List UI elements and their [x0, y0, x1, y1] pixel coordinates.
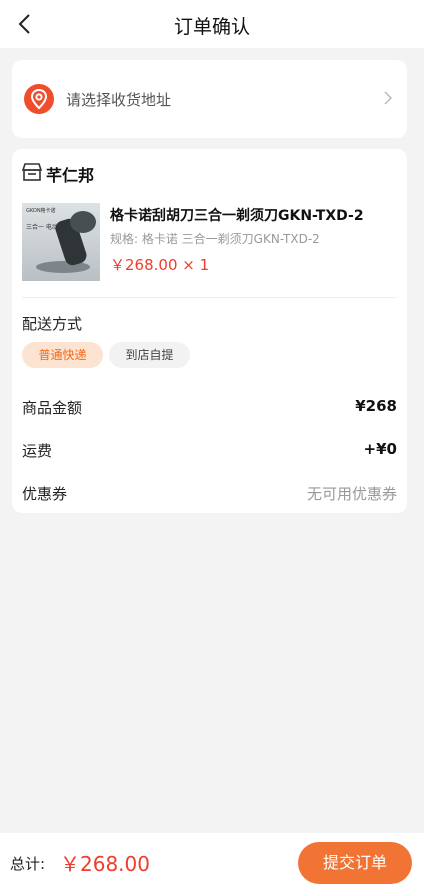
summary-label: 优惠券 [22, 485, 68, 503]
product-image-head [70, 211, 96, 233]
order-card: 芊仁邦 GKON格卡诺 三合一 电动剃须刀 格卡诺刮胡刀三合一剃须刀GKN-TX… [12, 149, 407, 513]
product-spec: 规格: 格卡诺 三合一剃须刀GKN-TXD-2 [110, 232, 320, 246]
store-icon [22, 163, 42, 181]
shop-name: 芊仁邦 [46, 166, 95, 185]
summary-value: +¥0 [363, 440, 397, 458]
address-selector[interactable]: 请选择收货地址 [12, 60, 407, 138]
submit-order-button[interactable]: 提交订单 [298, 842, 412, 884]
total-amount: ￥268.00 [60, 852, 150, 876]
top-bar: 订单确认 [0, 0, 424, 48]
checkout-bar: 总计: ￥268.00 提交订单 [0, 833, 424, 887]
address-placeholder: 请选择收货地址 [66, 91, 172, 109]
product-image[interactable]: GKON格卡诺 三合一 电动剃须刀 [22, 203, 100, 281]
shipping-option-express[interactable]: 普通快递 [22, 342, 103, 368]
summary-value: ¥268 [355, 397, 397, 415]
total-label: 总计: [10, 855, 46, 873]
summary-label: 商品金额 [22, 399, 83, 417]
summary-value: 无可用优惠券 [306, 485, 397, 503]
product-image-brand: GKON格卡诺 [26, 208, 56, 214]
product-image-stand [36, 261, 90, 273]
product-price-quantity: ￥268.00 × 1 [110, 256, 210, 274]
divider [22, 297, 397, 298]
page-title: 订单确认 [173, 16, 250, 38]
product-title[interactable]: 格卡诺刮胡刀三合一剃须刀GKN-TXD-2 [110, 205, 364, 225]
chevron-right-icon [384, 91, 393, 105]
shipping-option-pickup[interactable]: 到店自提 [109, 342, 190, 368]
location-pin-icon [24, 84, 54, 114]
shipping-method-label: 配送方式 [22, 315, 83, 333]
summary-label: 运费 [22, 442, 53, 460]
